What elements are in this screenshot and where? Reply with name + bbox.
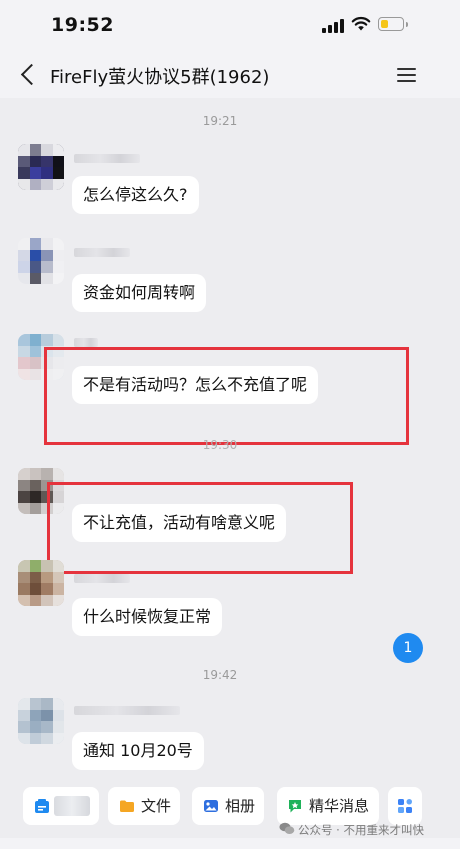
message-timestamp: 19:30 — [202, 438, 238, 452]
avatar[interactable] — [18, 698, 64, 744]
avatar[interactable] — [18, 560, 64, 606]
featured-icon — [289, 800, 301, 813]
album-label: 相册 — [225, 797, 256, 815]
wallet-icon — [35, 799, 49, 813]
message-bubble[interactable]: 怎么停这么久? — [72, 176, 199, 214]
status-time: 19:52 — [51, 14, 114, 36]
chat-title: FireFly萤火协议5群(1962) — [50, 67, 270, 88]
files-label: 文件 — [141, 797, 172, 815]
sender-name — [74, 574, 130, 583]
album-chip[interactable]: 相册 — [192, 787, 264, 825]
wifi-icon — [351, 16, 371, 31]
unread-count-badge[interactable]: 1 — [393, 633, 423, 663]
sender-name — [74, 338, 98, 347]
signal-icon — [322, 19, 346, 33]
status-bar: 19:52 — [0, 0, 460, 52]
sender-name — [74, 706, 180, 715]
battery-icon — [378, 17, 408, 31]
chat-header: FireFly萤火协议5群(1962) — [0, 52, 460, 98]
avatar[interactable] — [18, 238, 64, 284]
sender-name — [74, 248, 130, 257]
more-apps-chip[interactable] — [388, 787, 422, 825]
back-arrow-icon[interactable] — [16, 61, 43, 89]
highlight-box — [47, 482, 353, 574]
files-chip[interactable]: 文件 — [108, 787, 180, 825]
album-icon — [204, 800, 218, 812]
blurred-label — [54, 796, 90, 816]
file-icon — [120, 800, 134, 812]
message-timestamp: 19:21 — [202, 114, 238, 128]
message-bubble[interactable]: 通知 10月20号 — [72, 732, 204, 770]
input-bar-edge — [0, 838, 460, 849]
wechat-icon — [279, 822, 295, 834]
message-timestamp: 19:42 — [202, 668, 238, 682]
message-list[interactable]: 19:21 怎么停这么久? 资金如何周转啊 不是有活动吗？怎么不充值了呢 19:… — [0, 98, 460, 806]
featured-chip[interactable]: 精华消息 — [277, 787, 379, 825]
wallet-chip[interactable] — [23, 787, 99, 825]
menu-icon[interactable] — [396, 64, 418, 86]
sender-name — [74, 154, 140, 163]
message-bubble[interactable]: 什么时候恢复正常 — [72, 598, 223, 636]
apps-icon — [398, 799, 412, 813]
featured-label: 精华消息 — [309, 797, 370, 815]
avatar[interactable] — [18, 144, 64, 190]
message-bubble[interactable]: 资金如何周转啊 — [72, 274, 207, 312]
highlight-box — [44, 347, 409, 445]
watermark-text: 公众号 · 不用重来才叫快 — [298, 823, 424, 837]
